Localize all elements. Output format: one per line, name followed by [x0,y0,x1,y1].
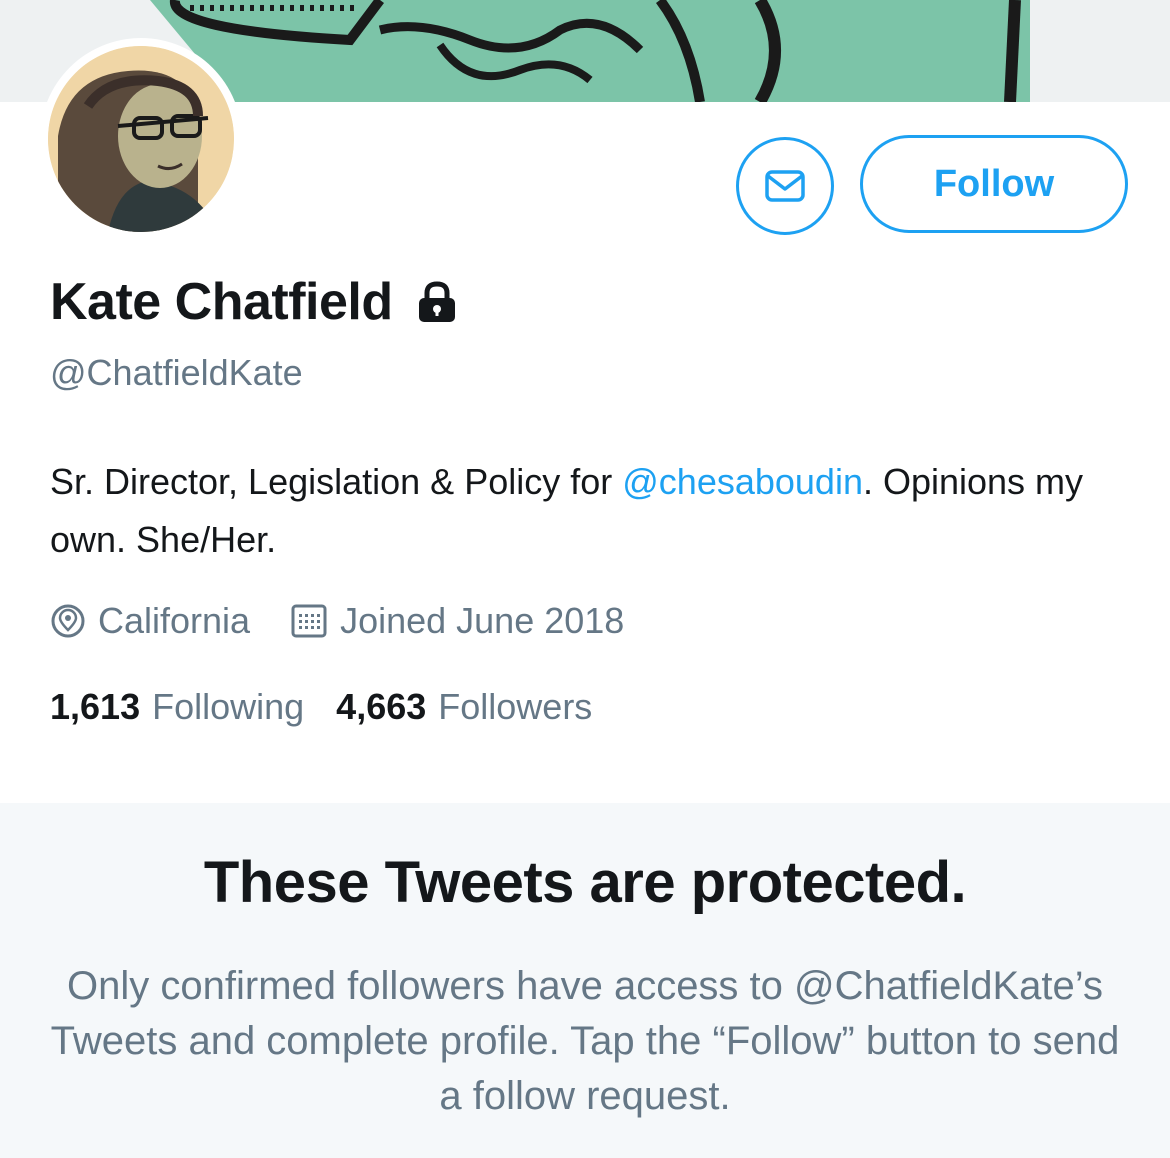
profile-bio: Sr. Director, Legislation & Policy for @… [50,453,1130,569]
lock-icon [415,281,459,323]
following-label: Following [152,686,305,727]
bio-mention-link[interactable]: @chesaboudin [622,461,863,502]
profile-handle: @ChatfieldKate [50,352,303,393]
calendar-icon [291,604,327,638]
joined-item: Joined June 2018 [290,600,624,642]
location-text: California [98,600,251,641]
follow-button[interactable]: Follow [860,135,1128,233]
followers-count: 4,663 [336,686,427,727]
profile-meta: California Joined June 2018 [50,596,624,646]
protected-body: Only confirmed followers have access to … [50,964,1120,1118]
avatar[interactable] [40,38,242,240]
follow-button-label: Follow [933,162,1055,205]
following-link[interactable]: 1,613 Following [50,686,304,728]
location-item: California [50,600,250,642]
joined-text: Joined June 2018 [340,600,625,641]
profile-name-row: Kate Chatfield [50,262,459,342]
followers-link[interactable]: 4,663 Followers [336,686,592,728]
protected-notice: These Tweets are protected. Only confirm… [0,803,1170,1158]
avatar-image [48,46,234,232]
profile-name: Kate Chatfield [50,273,393,331]
bio-text-start: Sr. Director, Legislation & Policy for [50,461,623,502]
envelope-icon [765,170,805,202]
location-pin-icon [51,604,85,638]
protected-title: These Tweets are protected. [203,850,967,915]
message-button[interactable] [736,137,834,235]
followers-label: Followers [438,686,593,727]
profile-counts: 1,613 Following 4,663 Followers [50,682,592,732]
following-count: 1,613 [50,686,141,727]
